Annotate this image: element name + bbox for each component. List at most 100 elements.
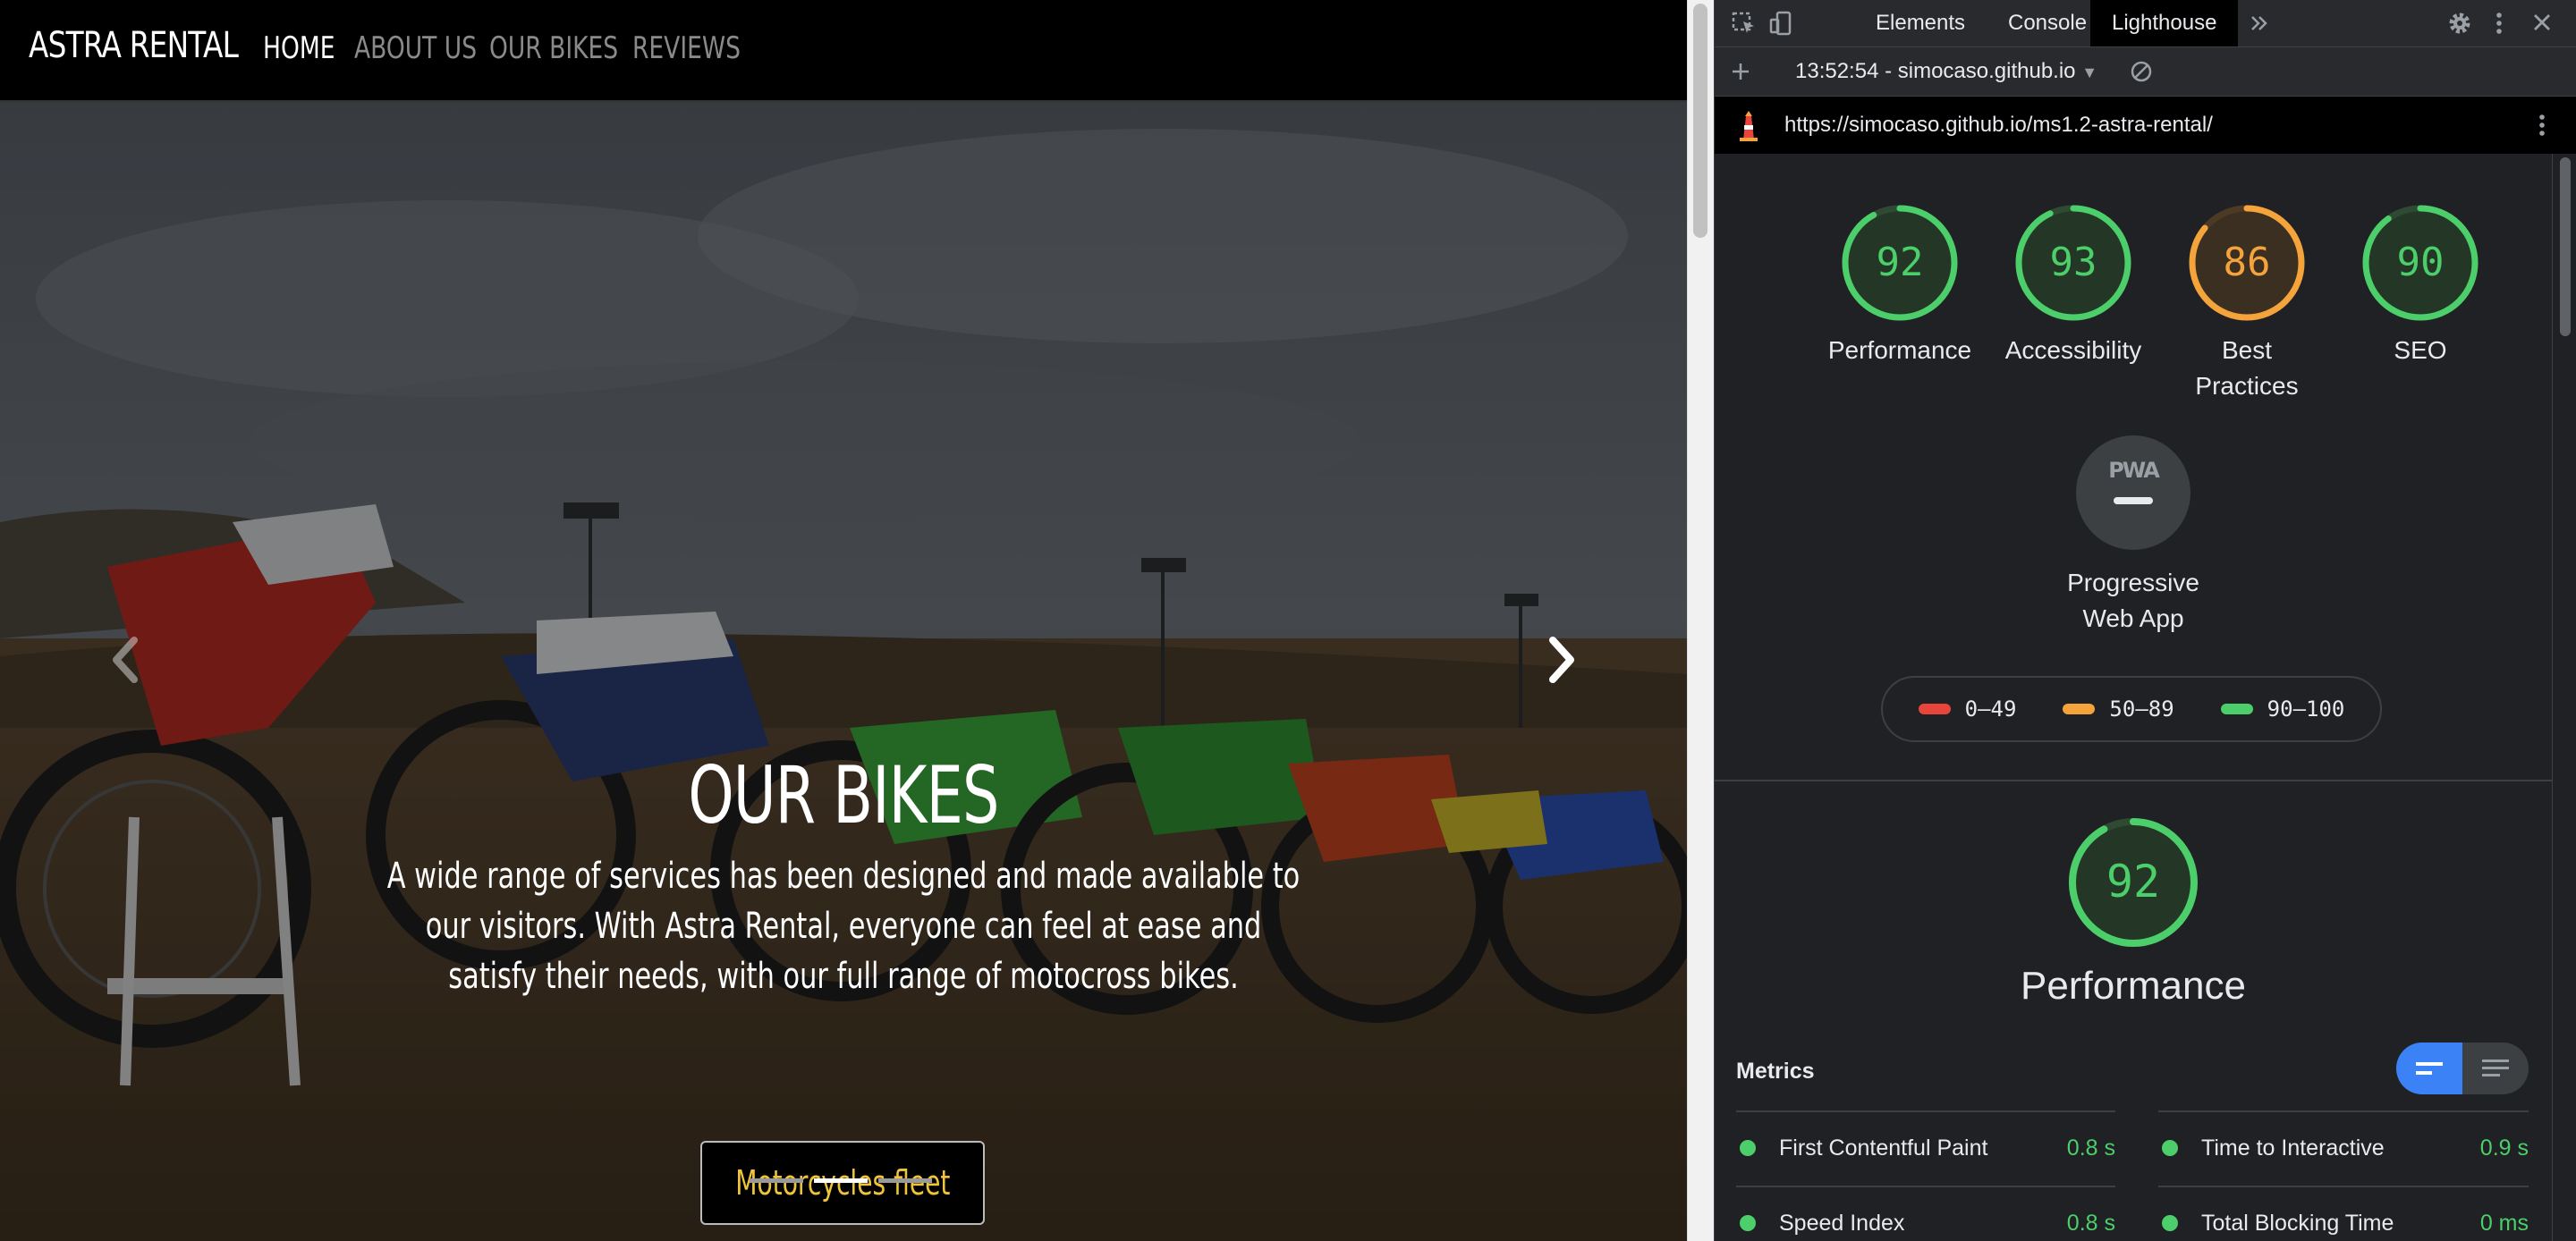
- devtools-tabbar: Elements Console Lighthouse: [1715, 0, 2576, 47]
- metric-pass-dot: [2162, 1215, 2178, 1231]
- legend-average: 50–89: [2063, 696, 2174, 722]
- view-toggle-summary[interactable]: [2396, 1043, 2462, 1094]
- carousel-next-icon[interactable]: [1544, 633, 1580, 687]
- metrics-heading: Metrics: [1736, 1059, 1815, 1084]
- hero-carousel: OUR BIKES A wide range of services has b…: [0, 102, 1687, 1241]
- performance-section-title: Performance: [2021, 964, 2246, 1008]
- gauge-accessibility[interactable]: 93 Accessibility: [1988, 202, 2158, 368]
- legend-fail: 0–49: [1918, 696, 2017, 722]
- gauge-performance-ring: 92: [1842, 205, 1958, 321]
- legend-fail-swatch: [1918, 704, 1951, 714]
- metric-value: 0.8 s: [2066, 1210, 2115, 1236]
- carousel-prev-icon[interactable]: [107, 633, 143, 687]
- metric-value: 0.9 s: [2479, 1135, 2529, 1161]
- score-legend: 0–49 50–89 90–100: [1881, 676, 2382, 742]
- nav-link-our-bikes[interactable]: OUR BIKES: [489, 30, 618, 66]
- gauge-performance[interactable]: 92 Performance: [1815, 202, 1985, 368]
- report-scrollbar-thumb[interactable]: [2560, 157, 2571, 336]
- legend-average-swatch: [2063, 704, 2096, 714]
- legend-pass-swatch: [2220, 704, 2253, 714]
- carousel-indicator-1[interactable]: [750, 1178, 803, 1183]
- report-scrollbar[interactable]: [2552, 154, 2576, 1241]
- motorcycles-fleet-button-label: Motorcycles fleet: [734, 1163, 951, 1203]
- report-url[interactable]: https://simocaso.github.io/ms1.2-astra-r…: [1784, 97, 2213, 154]
- gauge-performance-score: 92: [1877, 240, 1924, 285]
- gauge-best-practices-label: Best Practices: [2195, 336, 2299, 400]
- metric-pass-dot: [1740, 1140, 1756, 1156]
- inspect-element-icon[interactable]: [1731, 11, 1758, 36]
- pwa-badge-text: PWA: [2108, 458, 2160, 483]
- view-toggle-detailed[interactable]: [2462, 1043, 2529, 1094]
- legend-average-range: 50–89: [2109, 696, 2174, 722]
- gauge-performance-label: Performance: [1827, 336, 1972, 364]
- gauge-seo-ring: 90: [2362, 205, 2479, 321]
- gauge-accessibility-label: Accessibility: [2004, 336, 2142, 364]
- lighthouse-report: 92 Performance 93 Accessibility 86 Best …: [1715, 154, 2552, 1241]
- gauge-best-practices[interactable]: 86 Best Practices: [2162, 202, 2332, 404]
- motorcycles-fleet-button[interactable]: Motorcycles fleet: [700, 1141, 985, 1225]
- metric-value: 0 ms: [2479, 1210, 2529, 1236]
- metric-value: 0.8 s: [2066, 1135, 2115, 1161]
- metric-speed-index[interactable]: Speed Index 0.8 s: [1736, 1186, 2115, 1241]
- page-scrollbar[interactable]: [1687, 0, 1715, 1241]
- performance-large-ring: 92: [2069, 818, 2198, 947]
- metric-pass-dot: [1740, 1215, 1756, 1231]
- lighthouse-toolbar: 13:52:54 - simocaso.github.io ▼: [1715, 47, 2576, 97]
- metric-first-contentful-paint[interactable]: First Contentful Paint 0.8 s: [1736, 1110, 2115, 1184]
- carousel-indicator-3[interactable]: [878, 1178, 932, 1183]
- performance-large-gauge: 92: [2065, 815, 2201, 950]
- legend-pass-range: 90–100: [2267, 696, 2345, 722]
- metric-total-blocking-time[interactable]: Total Blocking Time 0 ms: [2158, 1186, 2529, 1241]
- device-toolbar-icon[interactable]: [1768, 11, 1795, 36]
- legend-fail-range: 0–49: [1964, 696, 2017, 722]
- gauge-seo-score: 90: [2397, 240, 2445, 285]
- tab-lighthouse[interactable]: Lighthouse: [2090, 0, 2239, 46]
- gauge-best-practices-score: 86: [2224, 240, 2271, 285]
- tab-elements[interactable]: Elements: [1854, 0, 1987, 46]
- gauge-pwa[interactable]: PWA Progressive Web App: [1988, 435, 2278, 637]
- metric-name: First Contentful Paint: [1779, 1135, 1988, 1161]
- metric-name: Speed Index: [1779, 1210, 1905, 1236]
- caret-down-icon: ▼: [2081, 63, 2098, 81]
- clear-icon[interactable]: [2128, 59, 2155, 84]
- hero-background-image: [0, 102, 1687, 1241]
- gauge-accessibility-score: 93: [2050, 240, 2097, 285]
- detailed-view-icon: [2482, 1059, 2509, 1076]
- plus-icon[interactable]: [1727, 59, 1754, 84]
- page-scrollbar-thumb[interactable]: [1693, 4, 1707, 238]
- kebab-menu-icon[interactable]: [2486, 11, 2512, 36]
- metric-name: Total Blocking Time: [2201, 1210, 2394, 1236]
- report-select-value: 13:52:54 - simocaso.github.io: [1795, 59, 2076, 83]
- performance-large-score: 92: [2106, 856, 2160, 908]
- lighthouse-logo-icon: [1740, 111, 1758, 141]
- site-brand[interactable]: ASTRA RENTAL: [29, 25, 239, 66]
- gauge-pwa-label: Progressive Web App: [2067, 569, 2199, 632]
- hero-description: A wide range of services has been design…: [386, 856, 1301, 997]
- devtools-panel: Elements Console Lighthouse 13:52:54 - s…: [1714, 0, 2576, 1241]
- gauge-seo[interactable]: 90 SEO: [2335, 202, 2505, 368]
- nav-link-home[interactable]: HOME: [263, 30, 335, 66]
- nav-link-about-us[interactable]: ABOUT US: [354, 30, 477, 66]
- metric-name: Time to Interactive: [2201, 1135, 2385, 1161]
- report-url-bar: https://simocaso.github.io/ms1.2-astra-r…: [1715, 97, 2576, 154]
- close-icon[interactable]: [2529, 11, 2555, 36]
- gauge-accessibility-ring: 93: [2015, 205, 2131, 321]
- metrics-view-toggle: [2396, 1043, 2529, 1094]
- report-kebab-menu-icon[interactable]: [2529, 113, 2555, 138]
- legend-pass: 90–100: [2220, 696, 2345, 722]
- pwa-badge-icon: PWA: [2076, 435, 2190, 550]
- carousel-indicator-2[interactable]: [814, 1178, 868, 1183]
- metric-time-to-interactive[interactable]: Time to Interactive 0.9 s: [2158, 1110, 2529, 1184]
- section-divider: [1715, 780, 2552, 781]
- summary-view-icon: [2416, 1062, 2443, 1075]
- report-select[interactable]: 13:52:54 - simocaso.github.io ▼: [1795, 47, 2097, 96]
- site-navbar: ASTRA RENTAL HOME ABOUT US OUR BIKES REV…: [0, 0, 1687, 102]
- website-viewport: ASTRA RENTAL HOME ABOUT US OUR BIKES REV…: [0, 0, 1687, 1241]
- hero-title: OUR BIKES: [688, 749, 999, 841]
- gear-icon[interactable]: [2446, 11, 2473, 36]
- metric-pass-dot: [2162, 1140, 2178, 1156]
- nav-link-reviews[interactable]: REVIEWS: [632, 30, 741, 66]
- gauge-best-practices-ring: 86: [2189, 205, 2305, 321]
- chevron-double-right-icon[interactable]: [2246, 11, 2273, 36]
- gauge-seo-label: SEO: [2394, 336, 2447, 364]
